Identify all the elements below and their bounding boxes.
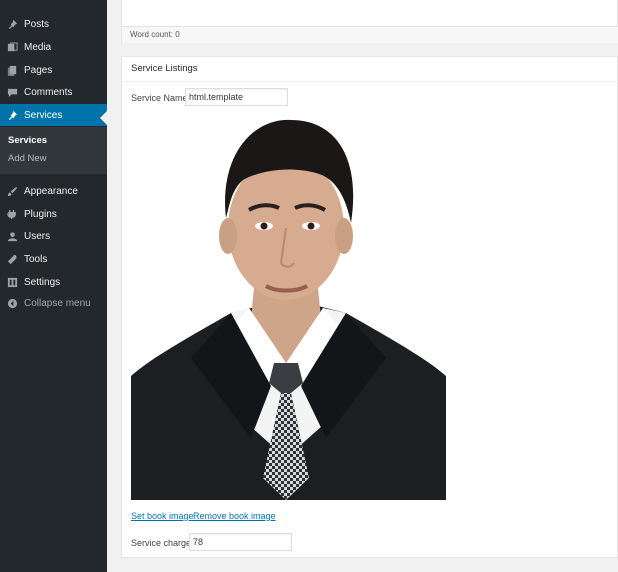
sidebar-item-pages[interactable]: Pages <box>0 59 107 81</box>
wrench-icon <box>6 253 18 265</box>
settings-icon <box>6 276 18 288</box>
editor-box: Word count: 0 <box>121 0 618 43</box>
service-name-input[interactable] <box>185 88 288 106</box>
sidebar-item-label: Pages <box>24 64 53 76</box>
sidebar-item-label: Settings <box>24 276 61 288</box>
service-listings-box: Service Listings Service Name html.templ… <box>121 56 618 558</box>
plug-icon <box>6 208 18 220</box>
sidebar-item-label: Appearance <box>24 185 78 197</box>
comments-icon <box>6 86 18 98</box>
word-count: Word count: 0 <box>130 30 180 39</box>
sidebar-item-label: Tools <box>24 253 48 265</box>
collapse-menu-button[interactable]: Collapse menu <box>0 292 107 314</box>
main-content: Word count: 0 Service Listings Service N… <box>107 0 618 572</box>
media-icon <box>6 41 18 53</box>
box-title: Service Listings <box>122 57 618 82</box>
pin-icon <box>6 109 18 121</box>
sidebar-item-users[interactable]: Users <box>0 225 107 247</box>
sidebar-item-settings[interactable]: Settings <box>0 271 107 293</box>
sidebar-item-label: Posts <box>24 18 50 30</box>
services-submenu: Services Add New <box>0 127 107 174</box>
user-icon <box>6 230 18 242</box>
sidebar-item-services[interactable]: Services <box>0 104 107 126</box>
pin-icon <box>6 18 18 30</box>
sidebar-item-label: Plugins <box>24 208 57 220</box>
sidebar-item-appearance[interactable]: Appearance <box>0 180 107 202</box>
collapse-icon <box>6 297 18 309</box>
service-image <box>131 118 446 500</box>
pages-icon <box>6 64 18 76</box>
sidebar-item-posts[interactable]: Posts <box>0 13 107 35</box>
sidebar-item-comments[interactable]: Comments <box>0 81 107 103</box>
submenu-item-services[interactable]: Services <box>8 135 47 146</box>
sidebar-item-label: Comments <box>24 86 73 98</box>
sidebar-item-label: Services <box>24 109 63 121</box>
sidebar-item-tools[interactable]: Tools <box>0 248 107 270</box>
service-charge-label: Service charge <box>131 538 192 548</box>
brush-icon <box>6 185 18 197</box>
submenu-item-add-new[interactable]: Add New <box>8 153 47 164</box>
active-indicator-arrow <box>100 111 107 125</box>
sidebar-item-label: Users <box>24 230 51 242</box>
service-charge-input[interactable] <box>189 533 292 551</box>
remove-book-image-link[interactable]: Remove book image <box>193 511 276 521</box>
sidebar-item-plugins[interactable]: Plugins <box>0 203 107 225</box>
sidebar-item-media[interactable]: Media <box>0 36 107 58</box>
collapse-menu-label: Collapse menu <box>24 297 91 309</box>
service-name-label: Service Name <box>131 93 188 103</box>
set-book-image-link[interactable]: Set book image <box>131 511 194 521</box>
word-count-bar: Word count: 0 <box>122 26 618 43</box>
sidebar-item-label: Media <box>24 41 52 53</box>
admin-sidebar: Posts Media Pages Comments Services Serv… <box>0 0 107 572</box>
